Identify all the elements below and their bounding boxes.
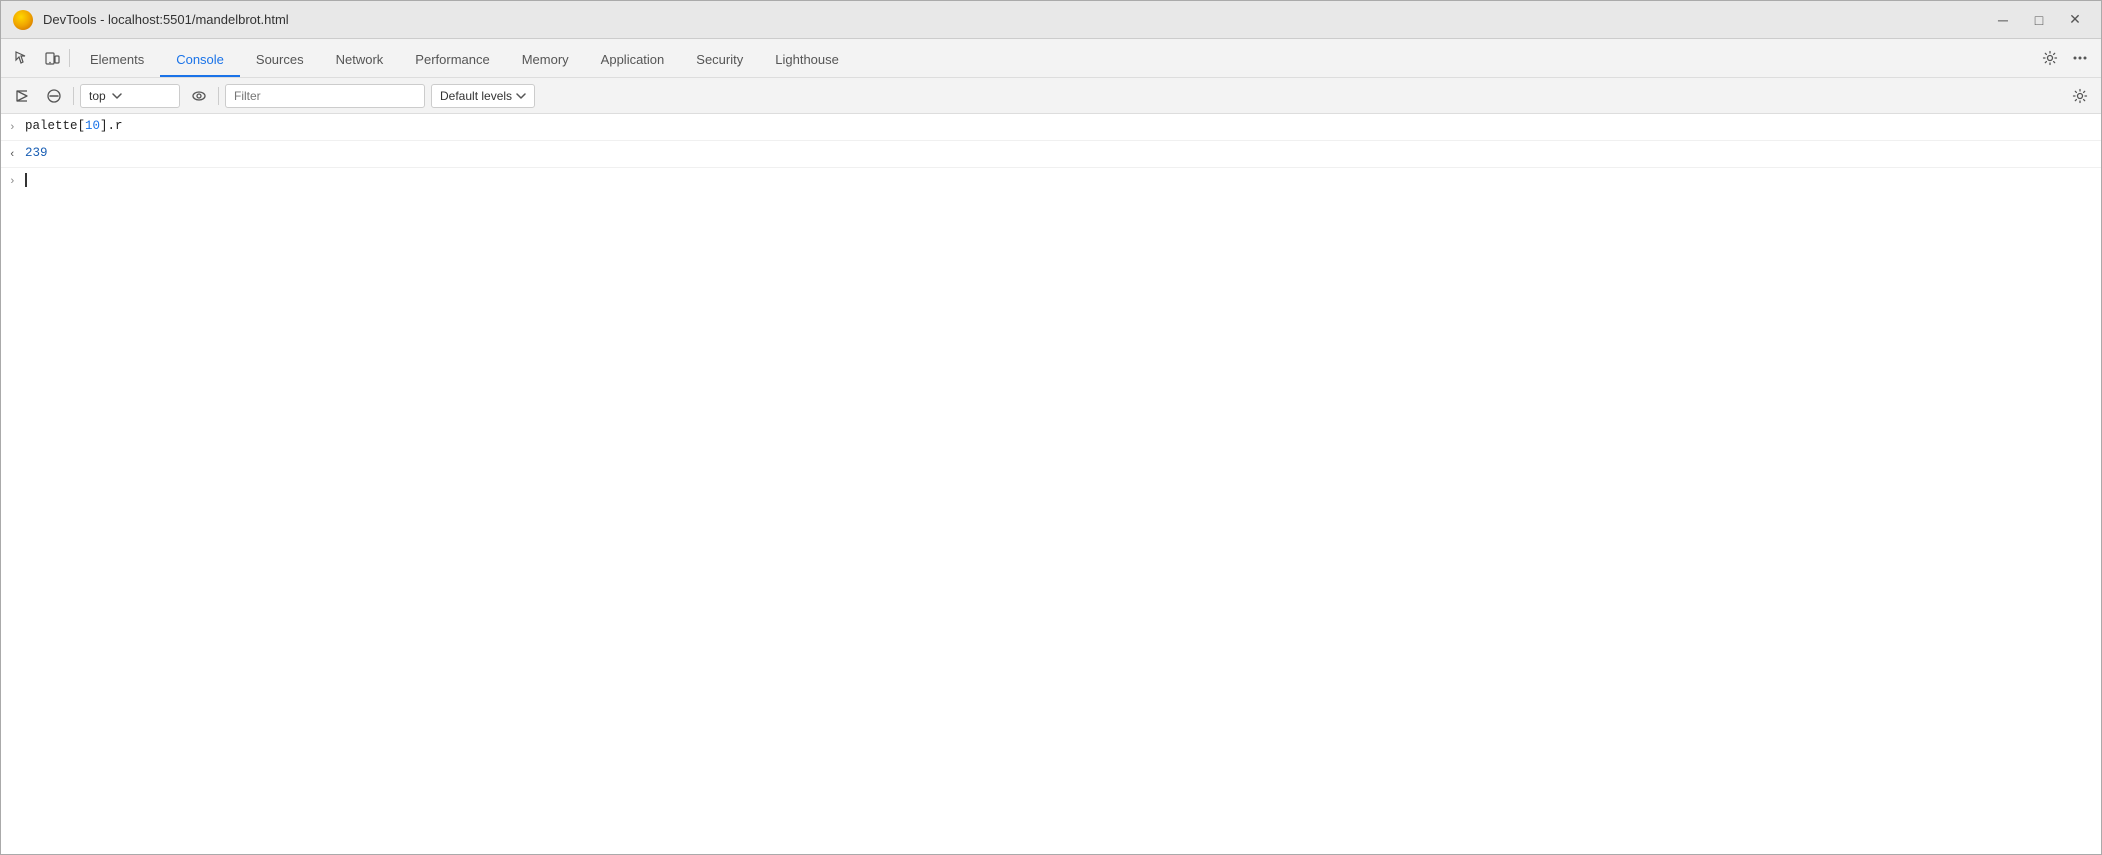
tab-application[interactable]: Application [585, 43, 681, 77]
more-button[interactable] [2067, 45, 2093, 71]
tab-sources[interactable]: Sources [240, 43, 320, 77]
console-settings-button[interactable] [2067, 83, 2093, 109]
console-prompt-line[interactable]: › [1, 168, 2101, 194]
ellipsis-icon [2072, 50, 2088, 66]
clear-console-button[interactable] [41, 83, 67, 109]
toolbar-divider [69, 49, 70, 67]
result-chevron-1: ‹ [9, 144, 21, 164]
console-input-text-1: palette[10].r [25, 117, 2093, 135]
context-selector[interactable]: top [80, 84, 180, 108]
tab-elements[interactable]: Elements [74, 43, 160, 77]
console-result-text-1: 239 [25, 144, 48, 162]
title-bar-controls: ─ □ ✕ [1989, 9, 2089, 31]
device-icon [44, 50, 60, 66]
eye-icon [191, 88, 207, 104]
tab-lighthouse[interactable]: Lighthouse [759, 43, 855, 77]
console-result-line-1: ‹ 239 [1, 141, 2101, 168]
console-cursor [25, 173, 27, 187]
console-output: › palette[10].r ‹ 239 › [1, 114, 2101, 854]
console-gear-icon [2072, 88, 2088, 104]
tab-memory[interactable]: Memory [506, 43, 585, 77]
close-button[interactable]: ✕ [2061, 9, 2089, 31]
context-value: top [89, 89, 106, 103]
toolbar-right-icons [2037, 45, 2093, 71]
toolbar-left-icons [9, 45, 70, 71]
maximize-button[interactable]: □ [2025, 9, 2053, 31]
console-input-line-1: › palette[10].r [1, 114, 2101, 141]
devtools-icon [13, 10, 33, 30]
play-icon [14, 88, 30, 104]
console-toolbar: top Default levels [1, 78, 2101, 114]
input-chevron-1: › [9, 117, 21, 137]
levels-label: Default levels [440, 89, 512, 103]
inspect-element-button[interactable] [9, 45, 35, 71]
levels-dropdown[interactable]: Default levels [431, 84, 535, 108]
devtools-window: DevTools - localhost:5501/mandelbrot.htm… [0, 0, 2102, 855]
title-bar: DevTools - localhost:5501/mandelbrot.htm… [1, 1, 2101, 39]
minimize-button[interactable]: ─ [1989, 9, 2017, 31]
prompt-chevron: › [9, 171, 21, 191]
title-bar-text: DevTools - localhost:5501/mandelbrot.htm… [43, 12, 1979, 27]
filter-input[interactable] [225, 84, 425, 108]
live-expressions-button[interactable] [186, 83, 212, 109]
device-toggle-button[interactable] [39, 45, 65, 71]
console-index: 10 [85, 119, 100, 133]
clear-icon [46, 88, 62, 104]
settings-button[interactable] [2037, 45, 2063, 71]
dropdown-arrow-icon [112, 92, 122, 100]
nav-tabs: Elements Console Sources Network Perform… [74, 39, 2037, 77]
gear-icon [2042, 50, 2058, 66]
tab-console[interactable]: Console [160, 43, 240, 77]
inspect-icon [14, 50, 30, 66]
tab-network[interactable]: Network [320, 43, 400, 77]
levels-arrow-icon [516, 92, 526, 100]
run-button[interactable] [9, 83, 35, 109]
tab-performance[interactable]: Performance [399, 43, 505, 77]
tabs-area: Elements Console Sources Network Perform… [1, 39, 2101, 78]
console-toolbar-divider-2 [218, 87, 219, 105]
tab-security[interactable]: Security [680, 43, 759, 77]
tab-row: Elements Console Sources Network Perform… [1, 39, 2101, 77]
console-toolbar-divider-1 [73, 87, 74, 105]
